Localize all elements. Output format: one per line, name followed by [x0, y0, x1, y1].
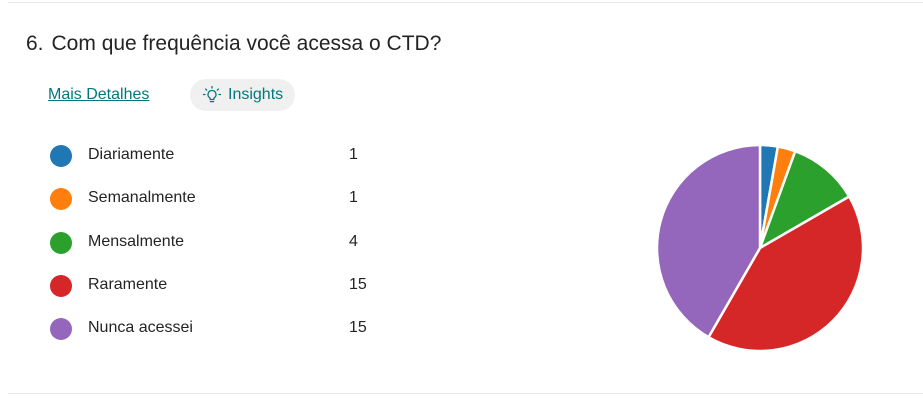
question-title: 6. Com que frequência você acessa o CTD? [26, 32, 441, 56]
insights-button[interactable]: Insights [190, 79, 296, 111]
lightbulb-icon [202, 85, 222, 105]
legend-label: Semanalmente [88, 189, 196, 207]
more-details-link[interactable]: Mais Detalhes [48, 86, 149, 104]
legend-count: 15 [349, 275, 367, 293]
chart-legend: Diariamente 1 Semanalmente 1 Mensalmente 4 Rar… [50, 141, 390, 357]
question-text: Com que frequência você acessa o CTD? [51, 32, 442, 55]
legend-count: 1 [349, 189, 358, 207]
legend-swatch [50, 231, 72, 254]
pie-chart-svg [655, 143, 865, 353]
top-divider [8, 2, 923, 3]
legend-item: Diariamente 1 [50, 141, 390, 184]
legend-swatch [50, 318, 72, 341]
legend-label: Mensalmente [88, 232, 185, 250]
legend-item: Raramente 15 [50, 271, 390, 314]
legend-item: Nunca acessei 15 [50, 314, 390, 357]
pie-chart [650, 138, 870, 358]
legend-swatch [50, 145, 72, 167]
legend-item: Semanalmente 1 [50, 184, 390, 227]
legend-label: Diariamente [88, 146, 175, 163]
legend-label: Nunca acessei [88, 319, 193, 337]
bottom-divider [8, 393, 923, 394]
legend-count: 1 [349, 146, 358, 163]
legend-count: 4 [349, 232, 358, 250]
legend-count: 15 [349, 319, 367, 337]
legend-swatch [50, 274, 72, 297]
insights-label: Insights [228, 86, 284, 103]
legend-item: Mensalmente 4 [50, 228, 390, 271]
legend-swatch [50, 188, 72, 211]
question-number: 6. [26, 32, 44, 55]
legend-label: Raramente [88, 275, 168, 293]
